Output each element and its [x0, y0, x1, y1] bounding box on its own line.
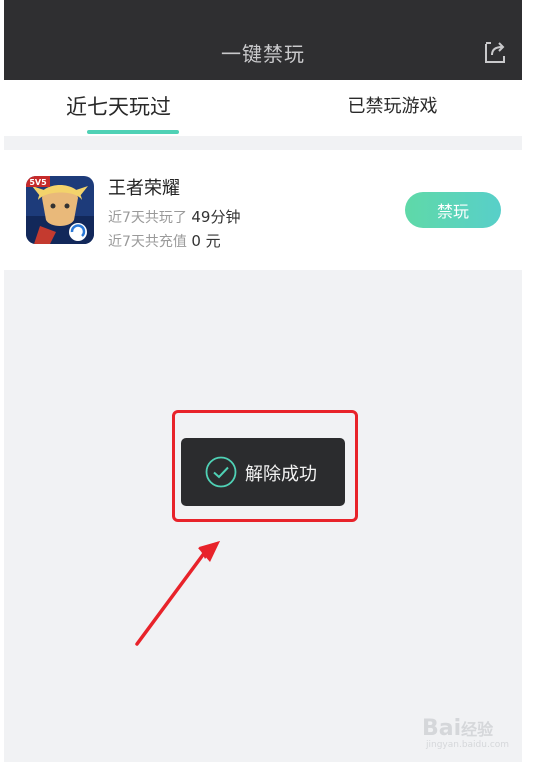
- annotation-highlight-box: [172, 410, 358, 522]
- recharge-line: 近7天共充值 0 元: [108, 230, 221, 251]
- recharge-label: 近7天共充值: [108, 234, 187, 250]
- tab-label: 近七天玩过: [66, 95, 171, 119]
- watermark-url: jingyan.baidu.com: [426, 740, 510, 750]
- active-tab-indicator: [87, 130, 179, 134]
- share-export-icon[interactable]: [482, 39, 508, 65]
- recharge-value: 0 元: [191, 232, 221, 250]
- game-app-icon: 5V5: [26, 176, 94, 244]
- game-list-item: 5V5 王者荣耀 近7天共玩了 49分钟 近7天共充值 0 元 禁玩: [4, 150, 522, 270]
- page-title: 一键禁玩: [221, 42, 305, 66]
- tab-recent-played[interactable]: 近七天玩过: [4, 80, 263, 136]
- tab-bar: 近七天玩过 已禁玩游戏: [4, 80, 522, 136]
- header-bar: 一键禁玩: [4, 0, 522, 80]
- play-time-line: 近7天共玩了 49分钟: [108, 206, 240, 227]
- watermark: Bai经验 jingyan.baidu.com: [422, 712, 522, 752]
- play-time-value: 49分钟: [191, 208, 241, 226]
- app-screen: 一键禁玩 近七天玩过 已禁玩游戏 5V5 王者荣耀 近7天共玩了 49分钟 近7…: [4, 0, 522, 762]
- icon-badge-text: 5V5: [29, 178, 47, 187]
- play-time-label: 近7天共玩了: [108, 210, 187, 226]
- ban-game-button[interactable]: 禁玩: [405, 192, 501, 228]
- watermark-text: Bai经验: [422, 716, 494, 741]
- tab-label: 已禁玩游戏: [347, 96, 438, 117]
- tab-banned-games[interactable]: 已禁玩游戏: [263, 80, 522, 136]
- game-title: 王者荣耀: [108, 178, 180, 199]
